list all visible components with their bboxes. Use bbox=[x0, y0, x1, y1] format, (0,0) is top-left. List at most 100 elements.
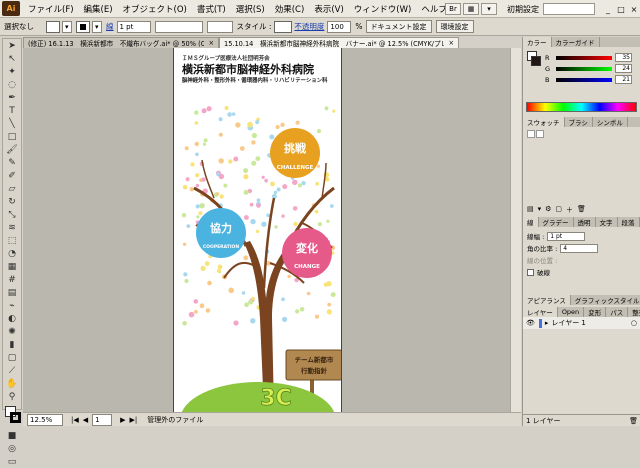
tab-stroke[interactable]: 線 bbox=[523, 217, 539, 227]
tab-symbols[interactable]: シンボル bbox=[593, 117, 628, 127]
close-tab-icon[interactable]: × bbox=[208, 39, 214, 47]
symbol-sprayer-tool-icon[interactable]: ✺ bbox=[3, 325, 21, 338]
tab-transform[interactable]: 変形 bbox=[584, 307, 607, 317]
zoom-tool-icon[interactable]: ⚲ bbox=[3, 390, 21, 403]
channel-value-r[interactable]: 35 bbox=[615, 53, 632, 62]
paintbrush-tool-icon[interactable]: 🖌 bbox=[3, 143, 21, 156]
style-swatch[interactable] bbox=[274, 20, 293, 33]
doc-tab-bag[interactable]: (修正) 16.1.13 横浜新都市 不織布バッグ.ai* @ 50% (CMY… bbox=[23, 37, 219, 48]
fill-stroke-widget[interactable] bbox=[3, 403, 21, 429]
artboard-tool-icon[interactable]: ▢ bbox=[3, 351, 21, 364]
tab-character[interactable]: 文字 bbox=[596, 217, 618, 227]
menu-file[interactable]: ファイル(F) bbox=[23, 3, 79, 15]
magic-wand-tool-icon[interactable]: ✦ bbox=[3, 65, 21, 78]
draw-mode-icon[interactable]: ◎ bbox=[3, 442, 21, 455]
tab-swatches[interactable]: スウォッチ bbox=[523, 117, 565, 127]
channel-value-g[interactable]: 24 bbox=[615, 64, 632, 73]
vertical-scrollbar[interactable] bbox=[510, 48, 521, 412]
menu-window[interactable]: ウィンドウ(W) bbox=[349, 3, 417, 15]
expand-layer-icon[interactable]: ▸ bbox=[545, 319, 549, 327]
layer-name[interactable]: レイヤー 1 bbox=[551, 318, 585, 328]
stroke-link[interactable]: 線 bbox=[106, 21, 114, 32]
target-circle-icon[interactable]: ○ bbox=[631, 319, 637, 327]
graph-tool-icon[interactable]: ▮ bbox=[3, 338, 21, 351]
stroke-width-input[interactable]: 1 pt bbox=[547, 231, 586, 241]
fill-swatch[interactable] bbox=[46, 20, 60, 33]
eyedropper-tool-icon[interactable]: ⌁ bbox=[3, 299, 21, 312]
pen-tool-icon[interactable]: ✒ bbox=[3, 91, 21, 104]
variable-width-dropdown[interactable] bbox=[154, 20, 203, 33]
gradient-tool-icon[interactable]: ▤ bbox=[3, 286, 21, 299]
page-field[interactable]: 1 bbox=[92, 413, 113, 426]
screen-mode-icon[interactable]: ▭ bbox=[3, 455, 21, 468]
tab-graphic-styles[interactable]: グラフィックスタイル bbox=[571, 295, 640, 305]
tab-color-guide[interactable]: カラーガイド bbox=[552, 37, 600, 47]
scale-tool-icon[interactable]: ⤡ bbox=[3, 208, 21, 221]
preferences-button[interactable]: 環境設定 bbox=[435, 20, 474, 33]
menu-edit[interactable]: 編集(E) bbox=[79, 3, 118, 15]
menu-select[interactable]: 選択(S) bbox=[231, 3, 270, 15]
perspective-grid-tool-icon[interactable]: ▦ bbox=[3, 260, 21, 273]
stroke-color-swatch[interactable] bbox=[10, 412, 21, 423]
first-page-icon[interactable]: |◀ bbox=[71, 416, 79, 424]
blob-brush-tool-icon[interactable]: ✐ bbox=[3, 169, 21, 182]
slice-tool-icon[interactable]: ⟋ bbox=[3, 364, 21, 377]
opacity-link[interactable]: 不透明度 bbox=[294, 21, 324, 32]
hand-tool-icon[interactable]: ✋ bbox=[3, 377, 21, 390]
lasso-tool-icon[interactable]: ◌ bbox=[3, 78, 21, 91]
workspace-switcher[interactable]: 初期設定 bbox=[507, 4, 539, 15]
delete-swatch-icon[interactable]: 🗑 bbox=[577, 205, 586, 215]
dashed-checkbox[interactable] bbox=[527, 268, 534, 276]
eraser-tool-icon[interactable]: ▱ bbox=[3, 182, 21, 195]
stroke-width-field[interactable]: 1 pt bbox=[116, 20, 151, 33]
artboard[interactable]: 挑戦 CHALLENGE 協力 COOPERATION 変化 CHANGE チー… bbox=[173, 48, 342, 412]
blend-tool-icon[interactable]: ◐ bbox=[3, 312, 21, 325]
fill-dropdown[interactable]: ▾ bbox=[62, 20, 72, 33]
brush-dropdown[interactable] bbox=[206, 20, 233, 33]
help-search-input[interactable] bbox=[543, 3, 595, 15]
color-spectrum-bar[interactable] bbox=[526, 102, 637, 112]
layer-row[interactable]: 👁 ▸ レイヤー 1 ○ bbox=[523, 317, 640, 329]
slider-track-b[interactable] bbox=[556, 77, 612, 82]
delete-layer-icon[interactable]: 🗑 bbox=[629, 417, 638, 425]
tab-appearance[interactable]: アピアランス bbox=[523, 295, 571, 305]
close-icon[interactable]: × bbox=[628, 3, 640, 15]
tab-pathfinder[interactable]: パス bbox=[606, 307, 629, 317]
document-settings-button[interactable]: ドキュメント設定 bbox=[365, 20, 432, 33]
slider-track-g[interactable] bbox=[556, 66, 612, 71]
arrange-icon[interactable]: ▾ bbox=[481, 3, 497, 15]
document-canvas[interactable]: 挑戦 CHALLENGE 協力 COOPERATION 変化 CHANGE チー… bbox=[23, 48, 521, 412]
registration-swatch[interactable] bbox=[536, 130, 544, 138]
direct-selection-tool-icon[interactable]: ↖ bbox=[3, 52, 21, 65]
miter-input[interactable]: 4 bbox=[560, 243, 599, 253]
selection-tool-icon[interactable]: ➤ bbox=[3, 39, 21, 52]
last-page-icon[interactable]: ▶| bbox=[130, 416, 138, 424]
tab-transparency[interactable]: 透明 bbox=[574, 217, 596, 227]
type-tool-icon[interactable]: T bbox=[3, 104, 21, 117]
mesh-tool-icon[interactable]: # bbox=[3, 273, 21, 286]
arrange-docs-icon[interactable]: ▦ bbox=[463, 3, 479, 15]
maximize-icon[interactable]: □ bbox=[615, 3, 627, 15]
new-color-group-icon[interactable]: ▢ bbox=[555, 205, 562, 215]
slider-track-r[interactable] bbox=[556, 55, 612, 60]
visibility-eye-icon[interactable]: 👁 bbox=[526, 319, 535, 327]
width-tool-icon[interactable]: ≋ bbox=[3, 221, 21, 234]
new-swatch-icon[interactable]: ＋ bbox=[566, 205, 573, 215]
stroke-swatch[interactable] bbox=[76, 20, 90, 33]
channel-value-b[interactable]: 21 bbox=[615, 75, 632, 84]
close-tab-icon[interactable]: × bbox=[448, 39, 454, 47]
minimize-icon[interactable]: _ bbox=[602, 3, 614, 15]
tab-brushes[interactable]: ブラシ bbox=[565, 117, 593, 127]
show-kinds-icon[interactable]: ▾ bbox=[538, 205, 542, 215]
swatch-library-icon[interactable]: ▤ bbox=[527, 205, 534, 215]
opacity-field[interactable]: 100 bbox=[327, 20, 352, 33]
menu-effect[interactable]: 効果(C) bbox=[270, 3, 310, 15]
stroke-dropdown[interactable]: ▾ bbox=[92, 20, 102, 33]
menu-object[interactable]: オブジェクト(O) bbox=[118, 3, 192, 15]
doc-tab-banner[interactable]: 15.10.14 横浜新都市脳神経外科病院 バナー.ai* @ 12.5% (C… bbox=[219, 37, 459, 48]
tab-paragraph[interactable]: 段落 bbox=[618, 217, 640, 227]
tab-color[interactable]: カラー bbox=[523, 37, 552, 47]
zoom-field[interactable]: 12.5% bbox=[27, 413, 63, 426]
tab-gradient[interactable]: グラデー bbox=[539, 217, 574, 227]
line-tool-icon[interactable]: ╲ bbox=[3, 117, 21, 130]
